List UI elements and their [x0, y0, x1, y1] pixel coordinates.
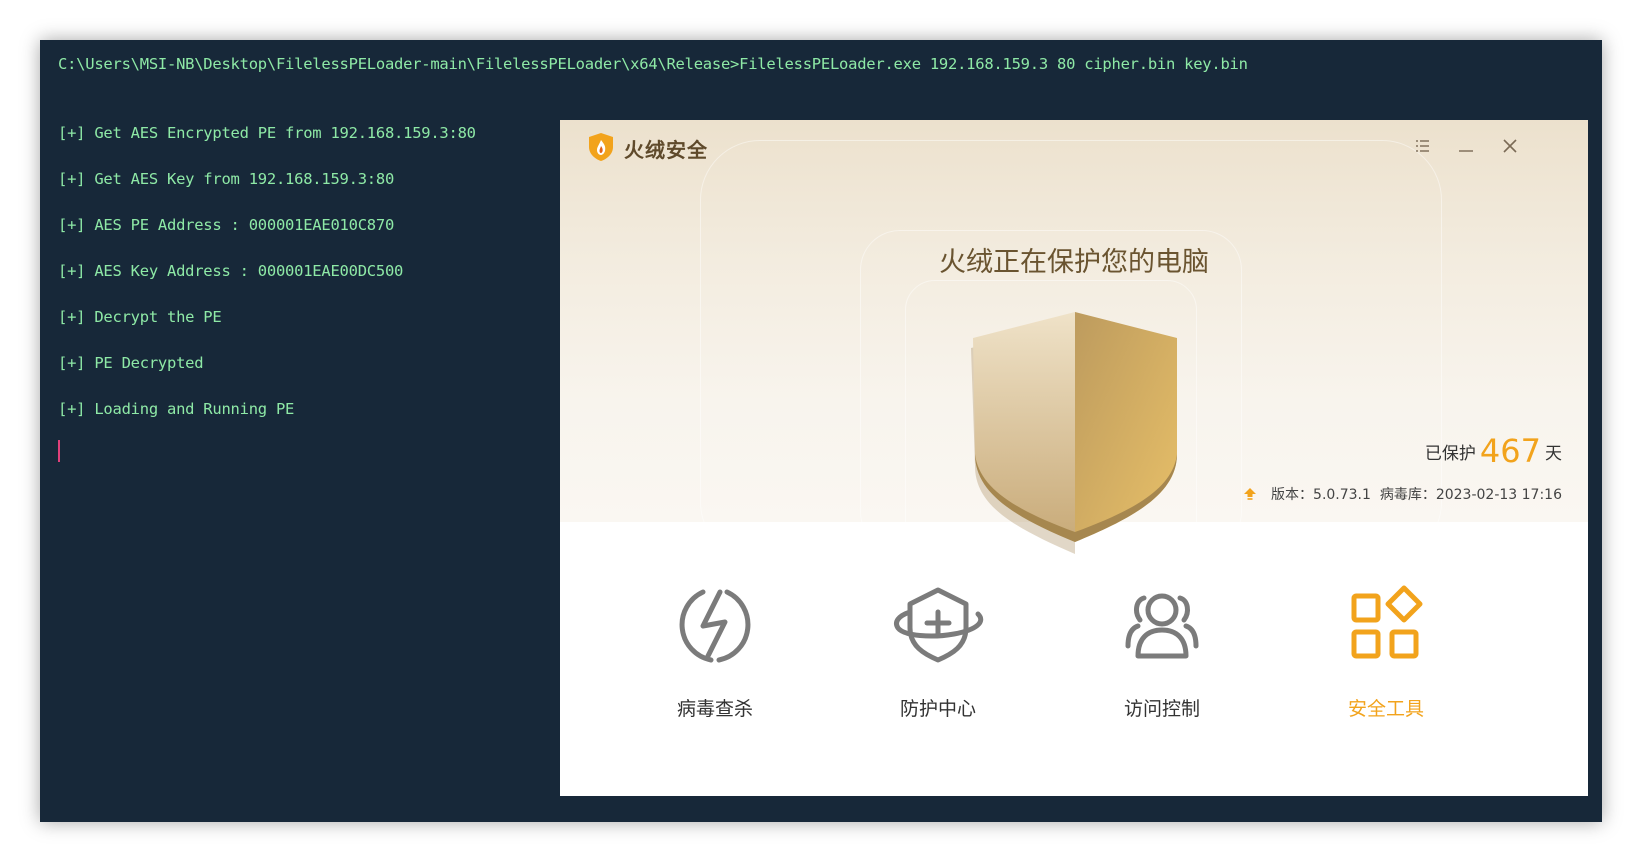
protection-center-button[interactable]: 防护中心 [848, 582, 1028, 721]
terminal-command: C:\Users\MSI-NB\Desktop\FilelessPELoader… [58, 55, 1248, 73]
version-info: 版本：5.0.73.1 病毒库：2023-02-13 17:16 [1243, 484, 1562, 504]
lightning-circle-icon [679, 589, 751, 663]
terminal-output-line: [+] Loading and Running PE [58, 400, 295, 418]
virus-scan-button[interactable]: 病毒查杀 [625, 582, 805, 721]
feature-label: 访问控制 [1123, 698, 1200, 720]
access-control-button[interactable]: 访问控制 [1072, 582, 1252, 721]
huorong-logo-icon [589, 133, 613, 161]
security-tools-button[interactable]: 安全工具 [1296, 582, 1476, 721]
upgrade-icon[interactable] [1243, 487, 1257, 501]
app-title: 火绒安全 [624, 138, 708, 162]
protection-headline: 火绒正在保护您的电脑 [939, 247, 1209, 278]
menu-icon[interactable] [1410, 134, 1434, 158]
huorong-window: 火绒安全 火绒正在保护您的电脑 已保护 467 天 版本：5.0.73.1 病毒库：… [560, 120, 1588, 796]
terminal-output-line: [+] Decrypt the PE [58, 308, 222, 326]
terminal-output-line: [+] PE Decrypted [58, 354, 204, 372]
version-text: 版本：5.0.73.1 [1271, 487, 1371, 503]
days-count: 467 [1479, 432, 1541, 470]
tools-grid-icon [1351, 585, 1423, 659]
feature-label: 防护中心 [899, 698, 976, 720]
minimize-icon[interactable] [1454, 134, 1478, 158]
close-icon[interactable] [1498, 134, 1522, 158]
terminal-output-line: [+] AES PE Address : 000001EAE010C870 [58, 216, 395, 234]
terminal-output-line: [+] Get AES Encrypted PE from 192.168.15… [58, 124, 476, 142]
feature-label: 安全工具 [1347, 698, 1424, 720]
protection-shield-icon [971, 312, 1177, 554]
virus-db-text: 病毒库：2023-02-13 17:16 [1379, 487, 1562, 503]
users-icon [1125, 593, 1199, 659]
feature-label: 病毒查杀 [676, 698, 753, 720]
protected-suffix: 天 [1545, 444, 1562, 464]
shield-plus-icon [894, 587, 984, 663]
protected-days: 已保护 467 天 [1425, 432, 1562, 470]
protected-prefix: 已保护 [1424, 444, 1476, 464]
terminal-output-line: [+] Get AES Key from 192.168.159.3:80 [58, 170, 395, 188]
terminal-cursor [58, 440, 60, 462]
terminal-output-line: [+] AES Key Address : 000001EAE00DC500 [58, 262, 404, 280]
